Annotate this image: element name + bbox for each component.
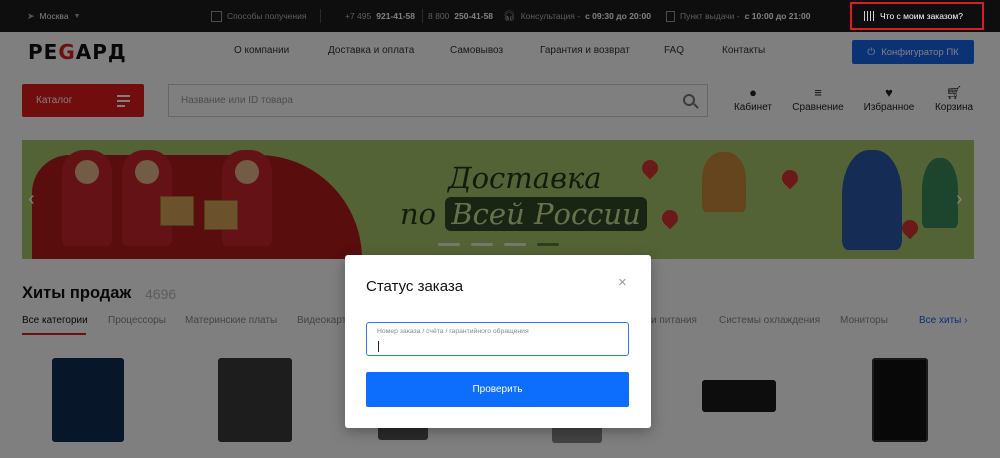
barcode-icon [864,11,874,21]
text-cursor [378,341,379,352]
order-number-label: Номер заказа / счёта / гарантийного обра… [377,328,529,335]
order-status-modal: Статус заказа × Номер заказа / счёта / г… [345,255,651,428]
close-icon[interactable]: × [618,275,627,290]
order-number-input[interactable]: Номер заказа / счёта / гарантийного обра… [366,322,629,356]
order-status-button[interactable]: Что с моим заказом? [850,2,984,30]
check-button[interactable]: Проверить [366,372,629,407]
modal-title: Статус заказа [366,278,464,295]
order-status-label: Что с моим заказом? [880,11,963,21]
